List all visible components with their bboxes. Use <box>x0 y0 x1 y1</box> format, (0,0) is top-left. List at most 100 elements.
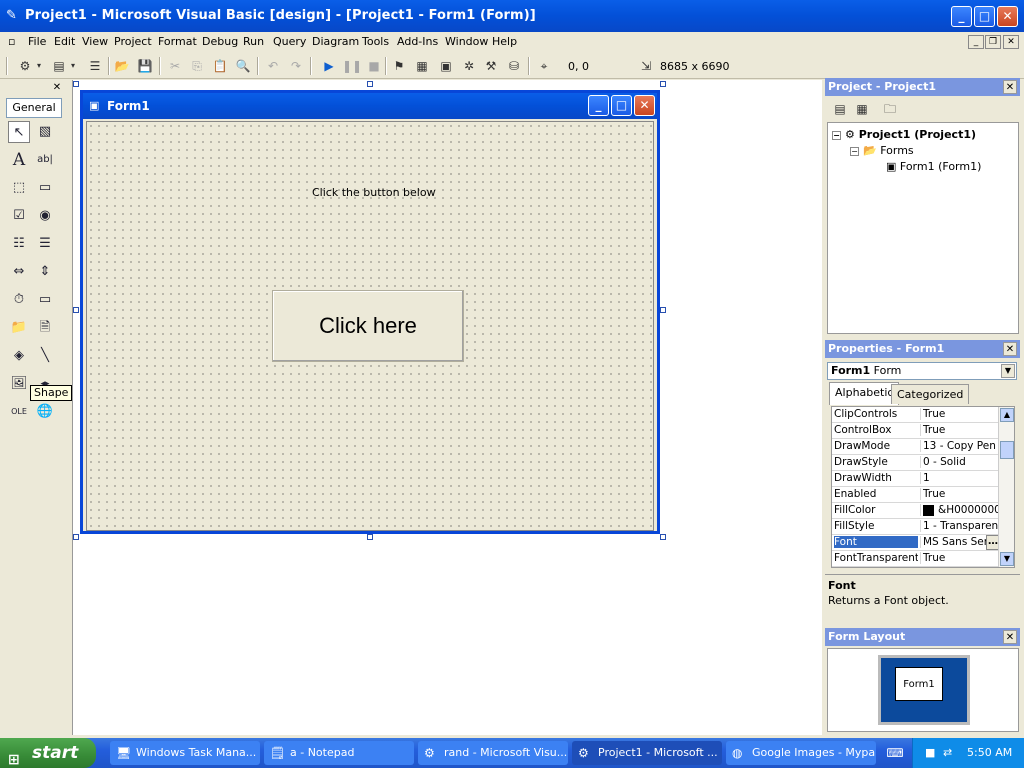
menu-project[interactable]: Project <box>114 35 152 48</box>
add-form-icon[interactable]: ▤ <box>50 57 68 75</box>
resize-handle[interactable] <box>660 81 666 87</box>
resize-handle[interactable] <box>660 534 666 540</box>
checkbox-tool-icon[interactable]: ☑ <box>8 205 30 227</box>
end-icon[interactable]: ■ <box>365 57 383 75</box>
menu-run[interactable]: Run <box>243 35 264 48</box>
resize-handle[interactable] <box>367 81 373 87</box>
mdi-minimize-button[interactable]: _ <box>968 35 984 49</box>
shape-tool-icon[interactable]: ◈ <box>8 345 30 367</box>
child-window-icon[interactable]: ▫ <box>8 35 15 48</box>
vscrollbar-tool-icon[interactable]: ⇕ <box>34 261 56 283</box>
form-layout-close-button[interactable]: ✕ <box>1003 630 1017 644</box>
mdi-close-button[interactable]: ✕ <box>1003 35 1019 49</box>
menu-add-ins[interactable]: Add-Ins <box>397 35 438 48</box>
collapse-icon[interactable]: − <box>832 130 841 140</box>
combobox-tool-icon[interactable]: ☷ <box>8 233 30 255</box>
start-button[interactable]: ⊞ start <box>0 738 96 768</box>
network-icon[interactable]: ⇄ <box>943 746 955 759</box>
properties-window-icon[interactable]: ▦ <box>413 57 431 75</box>
menu-diagram[interactable]: Diagram <box>312 35 359 48</box>
optionbutton-tool-icon[interactable]: ◉ <box>34 205 56 227</box>
tab-categorized[interactable]: Categorized <box>891 384 970 404</box>
menu-format[interactable]: Format <box>158 35 197 48</box>
toggle-folders-icon[interactable]: 🗀 <box>881 100 899 118</box>
resize-handle[interactable] <box>73 534 79 540</box>
scroll-down-icon[interactable]: ▼ <box>1000 552 1014 566</box>
task-notepad[interactable]: 🗒 a - Notepad <box>264 741 414 765</box>
find-icon[interactable]: 🔍 <box>234 57 252 75</box>
filelistbox-tool-icon[interactable]: 🗎 <box>34 317 56 339</box>
pointer-tool-icon[interactable]: ↖ <box>8 121 30 143</box>
form-position-preview[interactable]: Form1 <box>895 667 943 701</box>
toolbox-close-button[interactable]: ✕ <box>51 82 63 94</box>
form-close-button[interactable]: ✕ <box>634 95 655 116</box>
tree-item-forms[interactable]: − 📂 Forms <box>850 144 914 157</box>
form1-client-area[interactable]: Click the button below Click here <box>86 121 654 531</box>
scroll-thumb[interactable] <box>1000 441 1014 459</box>
click-here-button[interactable]: Click here <box>272 290 464 362</box>
property-scrollbar[interactable]: ▲ ▼ <box>998 407 1014 567</box>
property-row[interactable]: ClipControls True <box>832 407 1000 423</box>
open-project-icon[interactable]: 📂 <box>113 57 131 75</box>
menu-edit[interactable]: Edit <box>54 35 75 48</box>
property-row[interactable]: FillColor&H00000000 <box>832 503 1000 519</box>
property-row[interactable]: DrawStyle 0 - Solid <box>832 455 1000 471</box>
redo-icon[interactable]: ↷ <box>287 57 305 75</box>
form-maximize-button[interactable]: □ <box>611 95 632 116</box>
commandbutton-tool-icon[interactable]: ▭ <box>34 177 56 199</box>
start-run-icon[interactable]: ▶ <box>320 57 338 75</box>
property-row-selected[interactable]: Font MS Sans Ser… <box>832 535 1000 551</box>
menu-tools[interactable]: Tools <box>362 35 389 48</box>
add-project-icon[interactable]: ⚙ <box>16 57 34 75</box>
hscrollbar-tool-icon[interactable]: ⇔ <box>8 261 30 283</box>
save-project-icon[interactable]: 💾 <box>136 57 154 75</box>
property-row[interactable]: DrawWidth 1 <box>832 471 1000 487</box>
view-code-icon[interactable]: ▤ <box>831 100 849 118</box>
globe-tool-icon[interactable]: 🌐 <box>34 401 56 423</box>
tree-item-project[interactable]: − ⚙ Project1 (Project1) <box>832 128 976 141</box>
tab-alphabetic[interactable]: Alphabetic <box>829 382 900 405</box>
data-view-icon[interactable]: ⛁ <box>505 57 523 75</box>
keyboard-icon[interactable]: ⌨ <box>886 744 904 762</box>
dirlistbox-tool-icon[interactable]: 📁 <box>8 317 30 339</box>
property-row[interactable]: ControlBox True <box>832 423 1000 439</box>
copy-icon[interactable]: ⎘ <box>188 57 206 75</box>
view-object-icon[interactable]: ▦ <box>853 100 871 118</box>
minimize-button[interactable]: _ <box>951 6 972 27</box>
property-row[interactable]: DrawMode 13 - Copy Pen <box>832 439 1000 455</box>
timer-tool-icon[interactable]: ⏱ <box>8 289 30 311</box>
task-task-manager[interactable]: 🖥 Windows Task Mana... <box>110 741 260 765</box>
property-row[interactable]: FontTransparent True <box>832 551 1000 567</box>
object-selector[interactable]: Form1 Form ▼ <box>827 362 1017 380</box>
tray-app-icon[interactable]: ■ <box>925 746 937 759</box>
collapse-icon[interactable]: − <box>850 146 859 156</box>
menu-query[interactable]: Query <box>273 35 306 48</box>
resize-handle[interactable] <box>73 307 79 313</box>
paste-icon[interactable]: 📋 <box>211 57 229 75</box>
menu-editor-icon[interactable]: ☰ <box>86 57 104 75</box>
clock[interactable]: 5:50 AM <box>967 746 1012 759</box>
form1-designer[interactable]: ▣ Form1 _ □ ✕ Click the button below Cli… <box>80 90 660 534</box>
picturebox-tool-icon[interactable]: ▧ <box>34 121 56 143</box>
break-icon[interactable]: ❚❚ <box>342 57 362 75</box>
undo-icon[interactable]: ↶ <box>264 57 282 75</box>
properties-close-button[interactable]: ✕ <box>1003 342 1017 356</box>
cut-icon[interactable]: ✂ <box>166 57 184 75</box>
mdi-restore-button[interactable]: ❐ <box>985 35 1001 49</box>
menu-debug[interactable]: Debug <box>202 35 238 48</box>
task-mypal-browser[interactable]: ◍ Google Images - Mypal <box>726 741 876 765</box>
property-row[interactable]: Enabled True <box>832 487 1000 503</box>
scroll-up-icon[interactable]: ▲ <box>1000 408 1014 422</box>
label-click-instruction[interactable]: Click the button below <box>312 186 436 199</box>
task-project1-vb[interactable]: ⚙ Project1 - Microsoft ... <box>572 741 722 765</box>
toolbox-icon[interactable]: ⚒ <box>482 57 500 75</box>
toolbox-tab-general[interactable]: General <box>6 98 62 118</box>
listbox-tool-icon[interactable]: ☰ <box>34 233 56 255</box>
frame-tool-icon[interactable]: ⬚ <box>8 177 30 199</box>
dropdown-arrow-icon[interactable]: ▾ <box>68 57 78 75</box>
menu-view[interactable]: View <box>82 35 108 48</box>
close-button[interactable]: ✕ <box>997 6 1018 27</box>
resize-handle[interactable] <box>367 534 373 540</box>
property-row[interactable]: FillStyle 1 - Transparent <box>832 519 1000 535</box>
resize-handle[interactable] <box>73 81 79 87</box>
